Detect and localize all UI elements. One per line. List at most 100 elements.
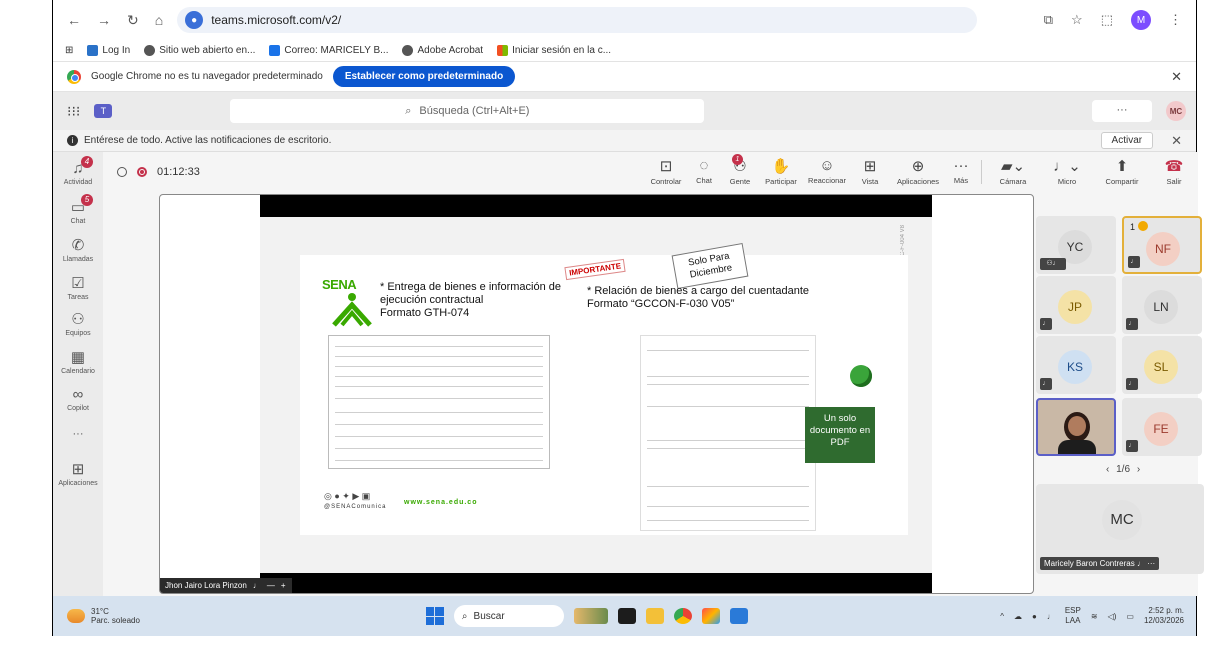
left-format: Formato GTH-074 <box>380 307 470 319</box>
cloud-icon[interactable]: ☁ <box>1014 612 1022 621</box>
bookmark-item[interactable]: Log In <box>87 45 130 56</box>
rail-label: Calendario <box>61 368 95 375</box>
browser-actions: ⧉ ☆ ⬚ M ⋮ <box>1044 10 1182 30</box>
rail-item-activity[interactable]: ♫ 4 Actividad <box>53 156 103 186</box>
profile-avatar[interactable]: M <box>1131 10 1151 30</box>
back-icon[interactable]: ← <box>67 12 81 29</box>
next-page-icon[interactable]: › <box>1137 464 1140 475</box>
bookmark-item[interactable]: Adobe Acrobat <box>402 45 483 56</box>
apps-icon[interactable]: ⊞ <box>65 45 73 56</box>
clock[interactable]: 2:52 p. m. 12/03/2026 <box>1144 606 1184 626</box>
bookmark-star-icon[interactable]: ☆ <box>1071 12 1083 28</box>
tasks-icon: ☑ <box>71 275 85 292</box>
app-launcher-icon[interactable]: ⁝⁝⁝ <box>67 103 80 120</box>
leave-button[interactable]: ☎ Salir <box>1159 152 1189 192</box>
apps-button[interactable]: ⊕ Aplicaciones <box>893 152 943 192</box>
chat-button[interactable]: ◌ Chat <box>689 152 719 192</box>
user-avatar[interactable]: MC <box>1166 101 1186 121</box>
copilot-icon: ∞ <box>72 386 84 403</box>
react-button[interactable]: ☺ Reaccionar <box>805 152 849 192</box>
rail-label: Aplicaciones <box>58 480 98 487</box>
participant-tile[interactable]: YC ⚇♩ <box>1036 216 1116 274</box>
participant-tile[interactable]: JP ♩ <box>1036 276 1116 334</box>
close-icon[interactable]: ✕ <box>1171 133 1182 149</box>
teams-header: ⁝⁝⁝ T ⌕ Búsqueda (Ctrl+Alt+E) ··· MC <box>53 92 1196 130</box>
rail-item-chat[interactable]: ▭ 5 Chat <box>53 194 103 225</box>
right-section: * Relación de bienes a cargo del cuentad… <box>587 285 837 311</box>
nav-buttons: ← → ↻ ⌂ <box>67 12 163 29</box>
home-icon[interactable]: ⌂ <box>155 12 163 29</box>
mic-icon[interactable]: ♩ <box>1047 612 1055 621</box>
battery-icon[interactable]: ▭ <box>1126 612 1134 621</box>
expand-icon[interactable]: + <box>281 581 286 590</box>
reload-icon[interactable]: ↻ <box>127 12 139 29</box>
task-view-icon[interactable] <box>617 608 636 624</box>
widgets-icon[interactable] <box>573 608 608 624</box>
teams-tray-icon[interactable]: ● <box>1032 612 1037 621</box>
participant-tile[interactable]: FE ♩ <box>1122 398 1202 456</box>
ctrl-label: Aplicaciones <box>896 177 940 186</box>
windows-start-icon[interactable] <box>425 607 444 625</box>
participant-video-tile[interactable] <box>1036 398 1116 456</box>
minimize-icon[interactable]: — <box>267 581 275 590</box>
view-button[interactable]: ⊞ Vista <box>855 152 885 192</box>
participant-tile[interactable]: SL ♩ <box>1122 336 1202 394</box>
camera-button[interactable]: ▰⌄ Cámara <box>993 152 1033 192</box>
wifi-icon[interactable]: ≋ <box>1091 612 1098 621</box>
ctrl-label: Cámara <box>999 177 1027 186</box>
rail-item-copilot[interactable]: ∞ Copilot <box>53 386 103 412</box>
participant-tile[interactable]: LN ♩ <box>1122 276 1202 334</box>
sena-logo-icon <box>332 293 372 327</box>
mic-off-icon: ♩ <box>1128 256 1140 268</box>
file-explorer-icon[interactable] <box>645 608 664 624</box>
forward-icon[interactable]: → <box>97 12 111 29</box>
presenter-name-tag: Jhon Jairo Lora Pinzon ♩ — + <box>160 578 292 593</box>
participant-tile[interactable]: KS ♩ <box>1036 336 1116 394</box>
menu-icon[interactable]: ⋮ <box>1169 12 1182 28</box>
rail-item-apps[interactable]: ⊞ Aplicaciones <box>53 460 103 487</box>
share-button[interactable]: ⬆ Compartir <box>1097 152 1147 192</box>
rail-item-calendar[interactable]: ▦ Calendario <box>53 348 103 375</box>
participant-tile-speaking[interactable]: 1 NF ♩ <box>1122 216 1202 274</box>
header-actions: ··· MC <box>1092 100 1186 122</box>
self-view-tile[interactable]: MC Maricely Baron Contreras ♩ ··· <box>1036 484 1204 574</box>
participant-avatar: KS <box>1058 350 1092 384</box>
activate-button[interactable]: Activar <box>1100 132 1154 149</box>
set-default-button[interactable]: Establecer como predeterminado <box>332 66 516 87</box>
rail-item-more[interactable]: ··· <box>53 428 103 440</box>
people-badge: 1 <box>732 154 743 165</box>
mic-off-icon: ♩ <box>252 581 261 590</box>
bookmark-item[interactable]: Iniciar sesión en la c... <box>497 45 611 56</box>
search-input[interactable]: ⌕ Búsqueda (Ctrl+Alt+E) <box>230 99 705 123</box>
search-icon: ⌕ <box>405 104 412 117</box>
rail-label: Copilot <box>67 405 89 412</box>
bookmark-item[interactable]: Correo: MARICELY B... <box>269 45 388 56</box>
cast-icon[interactable]: ⧉ <box>1044 12 1053 28</box>
chevron-up-icon[interactable]: ^ <box>1000 612 1004 621</box>
taskbar-search[interactable]: ⌕ Buscar <box>453 605 564 627</box>
self-name-tag: Maricely Baron Contreras ♩ ··· <box>1040 557 1160 570</box>
rail-item-teams[interactable]: ⚇ Equipos <box>53 310 103 337</box>
right-title: * Relación de bienes a cargo del cuentad… <box>587 285 809 297</box>
rail-item-tasks[interactable]: ☑ Tareas <box>53 274 103 301</box>
bookmark-item[interactable]: Sitio web abierto en... <box>144 45 255 56</box>
extensions-icon[interactable]: ⬚ <box>1101 12 1113 28</box>
language-indicator[interactable]: ESP LAA <box>1065 606 1081 626</box>
close-icon[interactable]: ✕ <box>1171 69 1182 85</box>
outlook-icon[interactable] <box>729 608 748 624</box>
add-icon: ⊕ <box>911 158 925 175</box>
prev-page-icon[interactable]: ‹ <box>1106 464 1109 475</box>
raise-hand-button[interactable]: ✋ Participar <box>759 152 803 192</box>
mic-button[interactable]: ♩⌄ Micro <box>1047 152 1087 192</box>
control-button[interactable]: ⊡ Controlar <box>647 152 685 192</box>
weather-widget[interactable]: 31°C Parc. soleado <box>67 607 140 625</box>
more-options-button[interactable]: ··· <box>1092 100 1152 122</box>
volume-icon[interactable]: ◁) <box>1108 612 1117 621</box>
store-icon[interactable] <box>701 608 720 624</box>
site-info-icon[interactable]: ● <box>185 11 204 29</box>
people-button[interactable]: ⚇ 1 Gente <box>723 152 757 192</box>
more-button[interactable]: ··· Más <box>949 152 973 192</box>
chrome-icon[interactable] <box>673 608 692 624</box>
address-bar[interactable]: ● teams.microsoft.com/v2/ <box>177 7 978 33</box>
rail-item-calls[interactable]: ✆ Llamadas <box>53 236 103 263</box>
